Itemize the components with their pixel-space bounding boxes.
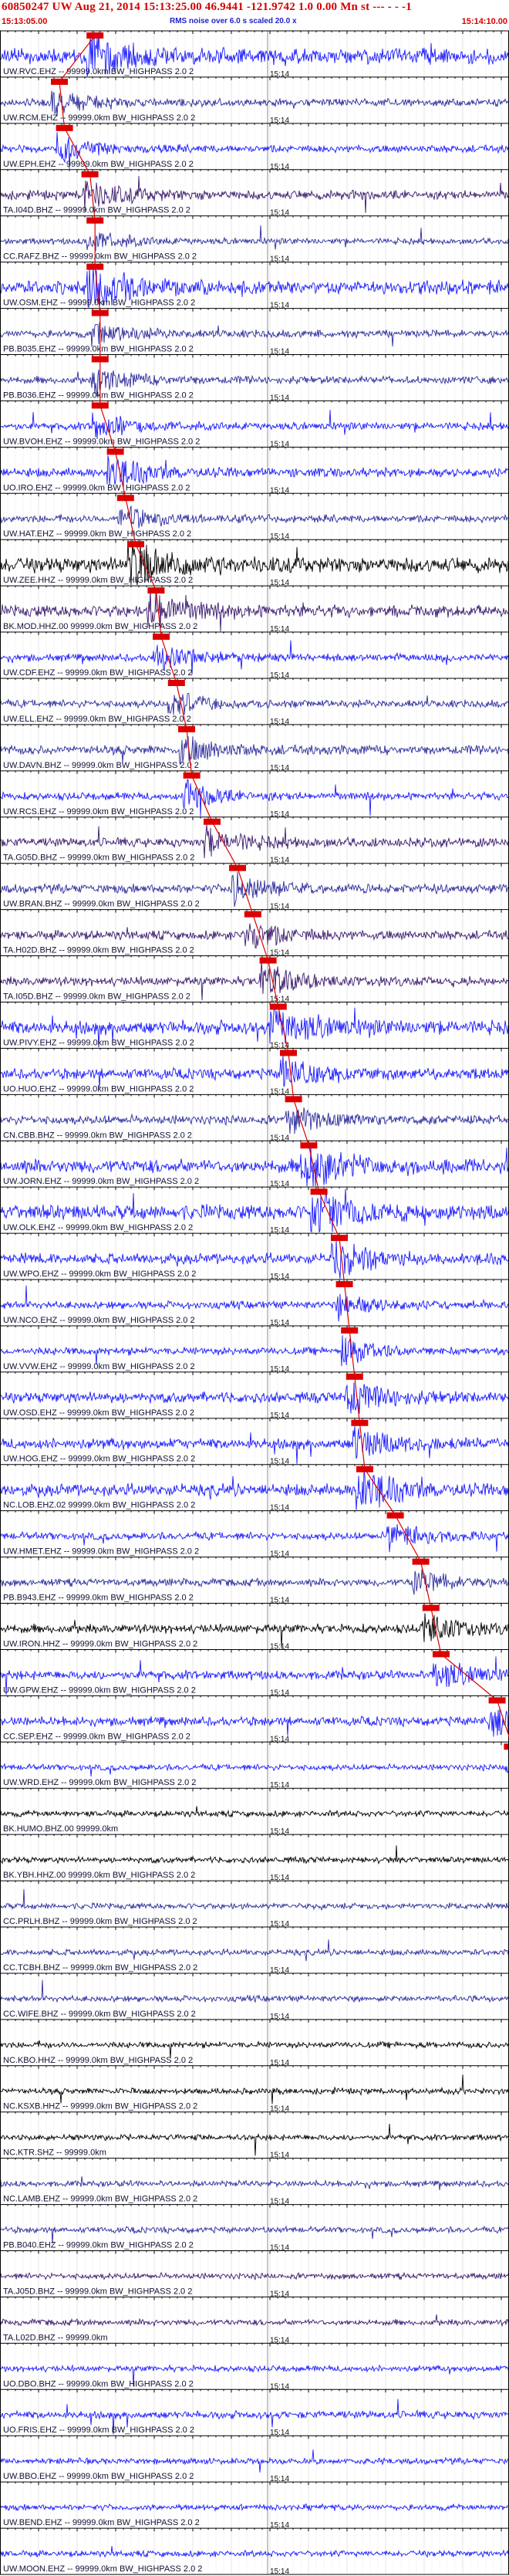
- channel-label: UW.HAT.EHZ -- 99999.0km BW_HIGHPASS 2.0 …: [3, 529, 191, 539]
- channel-label: TA.G05D.BHZ -- 99999.0km BW_HIGHPASS 2.0…: [3, 854, 194, 863]
- channel-label: PB.B035.EHZ -- 99999.0km BW_HIGHPASS 2.0…: [3, 344, 194, 353]
- channel-label: NC.KSXB.HHZ -- 99999.0km BW_HIGHPASS 2.0…: [3, 2102, 197, 2111]
- channel-label: NC.KBO.HHZ -- 99999.0km BW_HIGHPASS 2.0 …: [3, 2056, 193, 2065]
- channel-label: NC.LOB.EHZ.02 99999.0km BW_HIGHPASS 2.0 …: [3, 1501, 195, 1510]
- channel-label: UW.NCO.EHZ -- 99999.0km BW_HIGHPASS 2.0 …: [3, 1316, 195, 1325]
- channel-label: UO.HUO.EHZ -- 99999.0km BW_HIGHPASS 2.0 …: [3, 1084, 194, 1094]
- channel-label: UW.MOON.EHZ -- 99999.0km BW_HIGHPASS 2.0…: [3, 2564, 202, 2574]
- channel-label: CC.TCBH.BHZ -- 99999.0km BW_HIGHPASS 2.0…: [3, 1963, 197, 1973]
- channel-label: PB.B036.EHZ -- 99999.0km BW_HIGHPASS 2.0…: [3, 390, 194, 400]
- seismogram-plot: UW.RVC.EHZ -- 99999.0km BW_HIGHPASS 2.0 …: [0, 30, 509, 2576]
- channel-label: TA.I05D.BHZ -- 99999.0km BW_HIGHPASS 2.0…: [3, 992, 190, 1001]
- channel-label: UW.WRD.EHZ -- 99999.0km BW_HIGHPASS 2.0 …: [3, 1778, 196, 1787]
- channel-label: UW.GPW.EHZ -- 99999.0km BW_HIGHPASS 2.0 …: [3, 1685, 196, 1695]
- channel-label: UW.ZEE.HHZ -- 99999.0km BW_HIGHPASS 2.0 …: [3, 576, 193, 585]
- channel-label: CC.WIFE.BHZ -- 99999.0km BW_HIGHPASS 2.0…: [3, 2010, 196, 2019]
- channel-label: UW.BEND.EHZ -- 99999.0km BW_HIGHPASS 2.0…: [3, 2518, 200, 2527]
- channel-label: UW.BBO.EHZ -- 99999.0km BW_HIGHPASS 2.0 …: [3, 2472, 194, 2481]
- channel-label: UO.FRIS.EHZ -- 99999.0km BW_HIGHPASS 2.0…: [3, 2426, 194, 2435]
- channel-label: UW.JORN.EHZ -- 99999.0km BW_HIGHPASS 2.0…: [3, 1177, 199, 1186]
- channel-label: CN.CBB.BHZ -- 99999.0km BW_HIGHPASS 2.0 …: [3, 1131, 192, 1140]
- channel-label: UO.IRO.EHZ -- 99999.0km BW_HIGHPASS 2.0 …: [3, 483, 190, 492]
- channel-label: CC.PRLH.BHZ -- 99999.0km BW_HIGHPASS 2.0…: [3, 1917, 197, 1926]
- channel-label: BK.YBH.HHZ.00 99999.0km BW_HIGHPASS 2.0 …: [3, 1871, 195, 1880]
- channel-label: UW.IRON.HHZ -- 99999.0km BW_HIGHPASS 2.0…: [3, 1639, 197, 1648]
- channel-label: UW.EPH.EHZ -- 99999.0km BW_HIGHPASS 2.0 …: [3, 160, 194, 169]
- channel-label: TA.J05D.BHZ -- 99999.0km BW_HIGHPASS 2.0…: [3, 2287, 192, 2296]
- channel-label: TA.I04D.BHZ -- 99999.0km BW_HIGHPASS 2.0…: [3, 206, 190, 215]
- channel-label: BK.HUMO.BHZ.00 99999.0km: [3, 1824, 118, 1834]
- channel-label: UW.RCM.EHZ -- 99999.0km BW_HIGHPASS 2.0 …: [3, 113, 195, 123]
- channel-label: NC.KTR.SHZ -- 99999.0km: [3, 2148, 106, 2158]
- channel-label: UW.RCS.EHZ -- 99999.0km BW_HIGHPASS 2.0 …: [3, 807, 194, 816]
- channel-label: UW.VVW.EHZ -- 99999.0km BW_HIGHPASS 2.0 …: [3, 1362, 195, 1371]
- channel-label: TA.H02D.BHZ -- 99999.0km BW_HIGHPASS 2.0…: [3, 946, 194, 955]
- channel-label: PB.B943.EHZ -- 99999.0km BW_HIGHPASS 2.0…: [3, 1594, 194, 1603]
- channel-label: BK.MOD.HHZ.00 99999.0km BW_HIGHPASS 2.0 …: [3, 622, 197, 631]
- channel-label: CC.RAFZ.BHZ -- 99999.0km BW_HIGHPASS 2.0…: [3, 252, 197, 262]
- channel-label: CC.SEP.EHZ -- 99999.0km BW_HIGHPASS 2.0 …: [3, 1732, 190, 1741]
- channel-label: UW.HMET.EHZ -- 99999.0km BW_HIGHPASS 2.0…: [3, 1547, 199, 1557]
- channel-label: UW.HOG.EHZ -- 99999.0km BW_HIGHPASS 2.0 …: [3, 1455, 195, 1464]
- channel-label: TA.L02D.BHZ -- 99999.0km: [3, 2333, 108, 2342]
- channel-label: UO.DBO.BHZ -- 99999.0km BW_HIGHPASS 2.0 …: [3, 2379, 194, 2388]
- channel-label: UW.WPO.EHZ -- 99999.0km BW_HIGHPASS 2.0 …: [3, 1269, 196, 1279]
- channel-label: UW.OSD.EHZ -- 99999.0km BW_HIGHPASS 2.0 …: [3, 1408, 194, 1418]
- channel-label: NC.LAMB.EHZ -- 99999.0km BW_HIGHPASS 2.0…: [3, 2195, 197, 2204]
- channel-label: PB.B040.EHZ -- 99999.0km BW_HIGHPASS 2.0…: [3, 2241, 194, 2250]
- channel-label: UW.OLK.EHZ -- 99999.0km BW_HIGHPASS 2.0 …: [3, 1223, 193, 1232]
- channel-label: UW.BRAN.BHZ -- 99999.0km BW_HIGHPASS 2.0…: [3, 900, 200, 909]
- channel-label: UW.RVC.EHZ -- 99999.0km BW_HIGHPASS 2.0 …: [3, 67, 194, 76]
- channel-label: UW.DAVN.BHZ -- 99999.0km BW_HIGHPASS 2.0…: [3, 761, 199, 770]
- channel-label: UW.PIVY.EHZ -- 99999.0km BW_HIGHPASS 2.0…: [3, 1038, 194, 1047]
- channel-label: UW.BVOH.EHZ -- 99999.0km BW_HIGHPASS 2.0…: [3, 437, 200, 446]
- channel-label: UW.ELL.EHZ -- 99999.0km BW_HIGHPASS 2.0 …: [3, 715, 191, 724]
- channel-label: UW.CDF.EHZ -- 99999.0km BW_HIGHPASS 2.0 …: [3, 668, 193, 678]
